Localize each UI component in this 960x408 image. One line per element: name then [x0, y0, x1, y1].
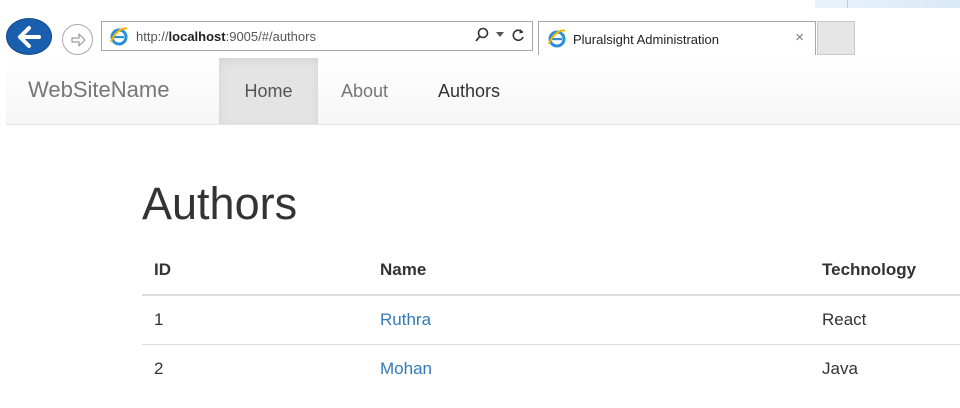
- url-host: localhost: [168, 29, 226, 44]
- cell-technology: Java: [822, 358, 858, 378]
- back-button[interactable]: [6, 18, 52, 55]
- forward-button[interactable]: [62, 24, 93, 55]
- nav-item-authors[interactable]: Authors: [438, 58, 500, 124]
- header-id: ID: [142, 246, 368, 296]
- cell-id: 2: [154, 358, 164, 378]
- url-scheme: http://: [136, 29, 169, 44]
- address-bar[interactable]: http://localhost:9005/#/authors: [101, 21, 533, 51]
- cell-id: 1: [142, 295, 368, 345]
- author-link[interactable]: Mohan: [380, 359, 432, 378]
- table-row: 1 Ruthra React: [142, 295, 960, 345]
- page-title: Authors: [142, 178, 298, 229]
- table-header-row: ID Name Technology: [142, 246, 960, 296]
- tab-title: Pluralsight Administration: [573, 32, 719, 47]
- cell-name: Ruthra: [368, 295, 810, 345]
- ie-tab-icon: [547, 28, 567, 53]
- browser-chrome: http://localhost:9005/#/authors Pluralsi…: [0, 0, 960, 58]
- back-arrow-icon: [18, 25, 41, 48]
- table-row: 2 Mohan Java: [142, 344, 960, 393]
- header-name: Name: [368, 246, 810, 296]
- author-link[interactable]: Ruthra: [380, 310, 431, 329]
- cell-technology: React: [810, 295, 960, 345]
- dropdown-arrow-icon[interactable]: [496, 32, 504, 38]
- new-tab-button[interactable]: [817, 21, 855, 55]
- address-tools: [474, 27, 526, 43]
- nav-item-about[interactable]: About: [341, 58, 388, 124]
- cell-name: Mohan: [368, 344, 810, 393]
- forward-arrow-icon: [70, 32, 86, 47]
- search-icon[interactable]: [474, 27, 490, 43]
- browser-tab-active[interactable]: Pluralsight Administration ×: [538, 21, 816, 55]
- ie-page-icon: [109, 26, 129, 51]
- tab-close-icon[interactable]: ×: [795, 29, 804, 46]
- authors-table: ID Name Technology 1 Ruthra React 2 Moha…: [142, 246, 960, 393]
- refresh-icon[interactable]: [510, 27, 526, 43]
- navbar: WebSiteName Home About Authors: [6, 58, 960, 125]
- window-corner: [815, 0, 960, 8]
- navbar-brand[interactable]: WebSiteName: [28, 77, 169, 103]
- header-technology: Technology: [810, 246, 960, 296]
- url-path: :9005/#/authors: [225, 29, 316, 44]
- address-url: http://localhost:9005/#/authors: [136, 29, 316, 44]
- nav-item-home[interactable]: Home: [219, 58, 318, 124]
